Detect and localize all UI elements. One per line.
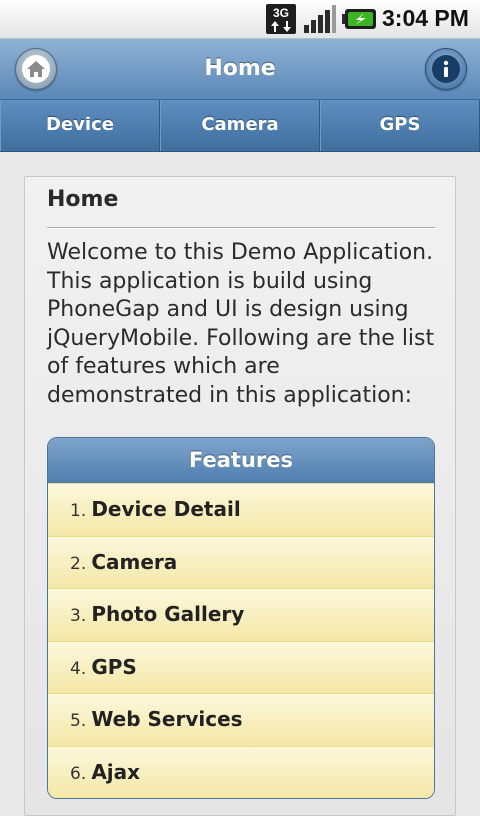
feature-label: Camera: [91, 549, 178, 574]
feature-number: 6.: [70, 763, 87, 784]
feature-item-photo-gallery[interactable]: 3. Photo Gallery: [48, 588, 434, 641]
feature-label: Device Detail: [91, 497, 241, 521]
3g-data-icon: 3G: [266, 4, 296, 34]
features-list: Features 1. Device Detail 2. Camera 3. P…: [47, 437, 435, 799]
feature-label: GPS: [91, 654, 137, 679]
feature-number: 2.: [70, 553, 87, 574]
content-title: Home: [47, 187, 119, 212]
feature-item-camera[interactable]: 2. Camera: [48, 535, 434, 588]
feature-label: Photo Gallery: [91, 602, 245, 626]
feature-label: Ajax: [91, 759, 141, 784]
feature-number: 1.: [70, 501, 87, 521]
home-icon: [27, 61, 45, 77]
battery-charging-icon: [342, 9, 376, 29]
status-bar: 3G 3:04 PM: [0, 0, 480, 39]
feature-item-web-services[interactable]: 5. Web Services: [48, 693, 434, 746]
intro-text: Welcome to this Demo Application. This a…: [47, 240, 435, 408]
feature-item-ajax[interactable]: 6. Ajax: [48, 745, 434, 798]
tab-device[interactable]: Device: [0, 100, 160, 151]
tab-gps[interactable]: GPS: [320, 100, 480, 151]
feature-item-gps[interactable]: 4. GPS: [48, 640, 434, 693]
feature-number: 3.: [70, 606, 87, 626]
home-button[interactable]: [15, 48, 57, 90]
content-panel: Home Welcome to this Demo Application. T…: [24, 176, 456, 816]
info-icon: [443, 60, 449, 77]
info-button[interactable]: [425, 48, 467, 90]
status-time: 3:04 PM: [382, 5, 469, 31]
navbar: Device Camera GPS: [0, 100, 480, 152]
feature-number: 5.: [70, 711, 87, 731]
feature-item-device-detail[interactable]: 1. Device Detail: [48, 483, 434, 536]
header-bar: Home: [0, 39, 480, 100]
title-divider: [47, 227, 435, 229]
signal-strength-icon: [304, 5, 336, 33]
feature-number: 4.: [70, 658, 87, 679]
page-title: Home: [204, 56, 276, 81]
tab-camera[interactable]: Camera: [160, 100, 320, 151]
feature-label: Web Services: [91, 707, 243, 731]
svg-text:3G: 3G: [273, 6, 289, 20]
features-header: Features: [48, 438, 434, 483]
